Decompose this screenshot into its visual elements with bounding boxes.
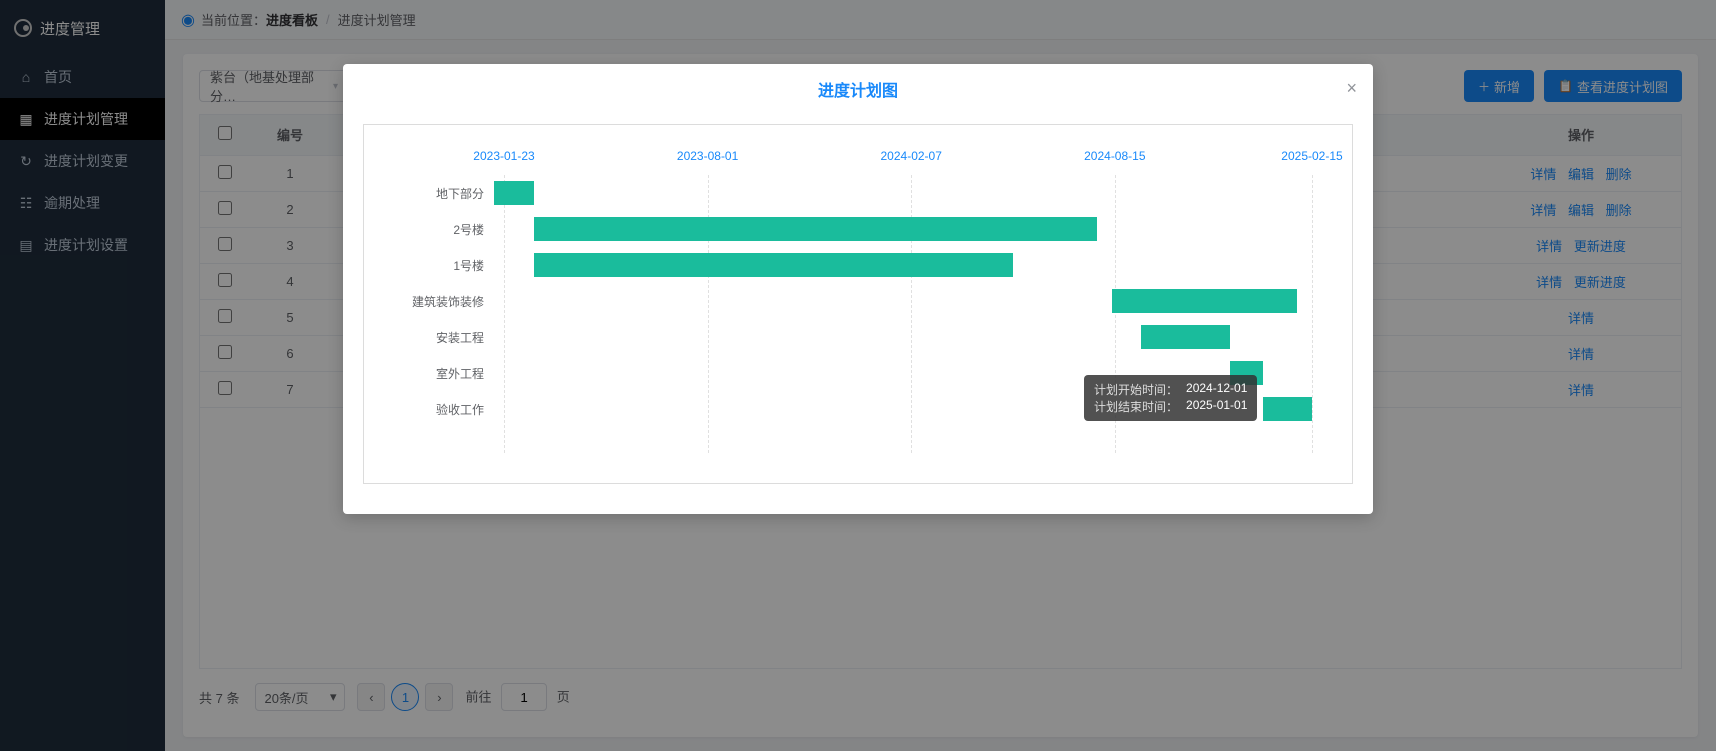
gantt-bar[interactable] xyxy=(1141,325,1230,349)
gantt-task-label: 室外工程 xyxy=(364,365,494,382)
axis-tick: 2025-02-15 xyxy=(1281,149,1342,163)
gantt-task-label: 建筑装饰装修 xyxy=(364,293,494,310)
modal-mask[interactable]: 进度计划图 × 2023-01-232023-08-012024-02-0720… xyxy=(0,0,1716,751)
gantt-tooltip: 计划开始时间：2024-12-01 计划结束时间：2025-01-01 xyxy=(1084,375,1257,421)
gantt-row: 地下部分 xyxy=(364,175,1312,211)
close-icon[interactable]: × xyxy=(1346,78,1357,99)
gantt-task-label: 安装工程 xyxy=(364,329,494,346)
gantt-bar[interactable] xyxy=(534,253,1012,277)
gantt-bar[interactable] xyxy=(1112,289,1296,313)
gantt-task-label: 地下部分 xyxy=(364,185,494,202)
gantt-row: 2号楼 xyxy=(364,211,1312,247)
gantt-dialog: 进度计划图 × 2023-01-232023-08-012024-02-0720… xyxy=(343,64,1373,514)
gantt-task-label: 1号楼 xyxy=(364,257,494,274)
dialog-title: 进度计划图 xyxy=(818,77,898,101)
dialog-body: 2023-01-23 2023-08-01 2024-02-07 2024-08-15… xyxy=(343,114,1373,514)
gantt-row: 安装工程 xyxy=(364,319,1312,355)
dialog-header: 进度计划图 × xyxy=(343,64,1373,114)
gantt-task-label: 验收工作 xyxy=(364,401,494,418)
gantt-bar[interactable] xyxy=(494,181,534,205)
axis-tick: 2024-02-07 xyxy=(881,149,942,163)
axis-tick: 2024-08-15 xyxy=(1084,149,1145,163)
gantt-axis: 2023-01-232023-08-012024-02-072024-08-15… xyxy=(504,149,1312,167)
gantt-task-label: 2号楼 xyxy=(364,221,494,238)
gantt-chart: 2023-01-23 2023-08-01 2024-02-07 2024-08-15… xyxy=(363,124,1353,484)
gantt-bar[interactable] xyxy=(534,217,1097,241)
gantt-bar[interactable] xyxy=(1263,397,1312,421)
axis-tick: 2023-01-23 xyxy=(473,149,534,163)
gantt-row: 1号楼 xyxy=(364,247,1312,283)
axis-tick: 2023-08-01 xyxy=(677,149,738,163)
gantt-row: 建筑装饰装修 xyxy=(364,283,1312,319)
grid-line xyxy=(1312,175,1313,453)
